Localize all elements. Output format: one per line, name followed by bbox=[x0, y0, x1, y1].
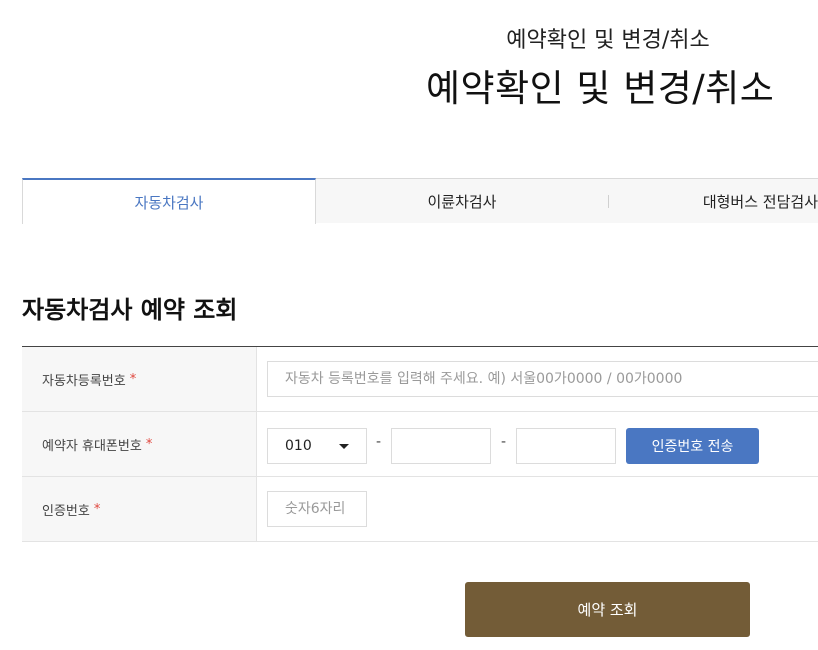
form-row-auth-code: 인증번호 * bbox=[22, 477, 818, 542]
tab-label: 대형버스 전담검사 bbox=[702, 192, 818, 211]
send-auth-code-button[interactable]: 인증번호 전송 bbox=[626, 428, 759, 464]
caret-down-icon bbox=[339, 444, 349, 449]
label-text: 자동차등록번호 bbox=[42, 373, 126, 389]
phone-prefix-select[interactable]: 010 bbox=[267, 428, 367, 464]
reg-number-input[interactable] bbox=[267, 361, 818, 397]
page-subtitle: 예약확인 및 변경/취소 bbox=[506, 28, 710, 53]
inspection-tabs: 자동차검사 이륜차검사 대형버스 전담검사 bbox=[22, 178, 818, 224]
tab-label: 이륜차검사 bbox=[427, 192, 497, 211]
form-row-reg-number: 자동차등록번호 * bbox=[22, 347, 818, 412]
auth-code-label: 인증번호 * bbox=[22, 477, 257, 541]
phone-prefix-value: 010 bbox=[285, 438, 312, 454]
label-text: 예약자 휴대폰번호 bbox=[42, 438, 142, 454]
tab-motorcycle-inspection[interactable]: 이륜차검사 bbox=[316, 178, 608, 223]
phone-middle-input[interactable] bbox=[391, 428, 491, 464]
tab-label: 자동차검사 bbox=[134, 193, 204, 212]
required-mark: * bbox=[93, 501, 101, 517]
phone-last-input[interactable] bbox=[516, 428, 616, 464]
auth-code-input[interactable] bbox=[267, 491, 367, 527]
phone-separator: - bbox=[501, 434, 507, 450]
auth-code-field bbox=[267, 477, 367, 541]
phone-separator: - bbox=[376, 434, 382, 450]
reg-number-label: 자동차등록번호 * bbox=[22, 347, 257, 411]
reg-number-field bbox=[267, 347, 818, 411]
required-mark: * bbox=[129, 371, 137, 387]
lookup-reservation-button[interactable]: 예약 조회 bbox=[465, 582, 750, 637]
tab-divider bbox=[608, 195, 609, 208]
required-mark: * bbox=[145, 436, 153, 452]
tab-car-inspection[interactable]: 자동차검사 bbox=[22, 178, 316, 224]
section-title: 자동차검사 예약 조회 bbox=[22, 296, 238, 324]
reservation-lookup-form: 자동차등록번호* 예약자 휴대폰번호* 010 - - 인증번호 전송 인증번호… bbox=[22, 346, 818, 542]
label-text: 인증번호 bbox=[42, 503, 90, 519]
phone-label: 예약자 휴대폰번호 * bbox=[22, 412, 257, 476]
form-row-phone: 예약자 휴대폰번호 * 010 - - 인증번호 전송 bbox=[22, 412, 818, 477]
tab-large-bus-inspection[interactable]: 대형버스 전담검사 bbox=[608, 178, 818, 223]
page-title: 예약확인 및 변경/취소 bbox=[426, 67, 775, 110]
